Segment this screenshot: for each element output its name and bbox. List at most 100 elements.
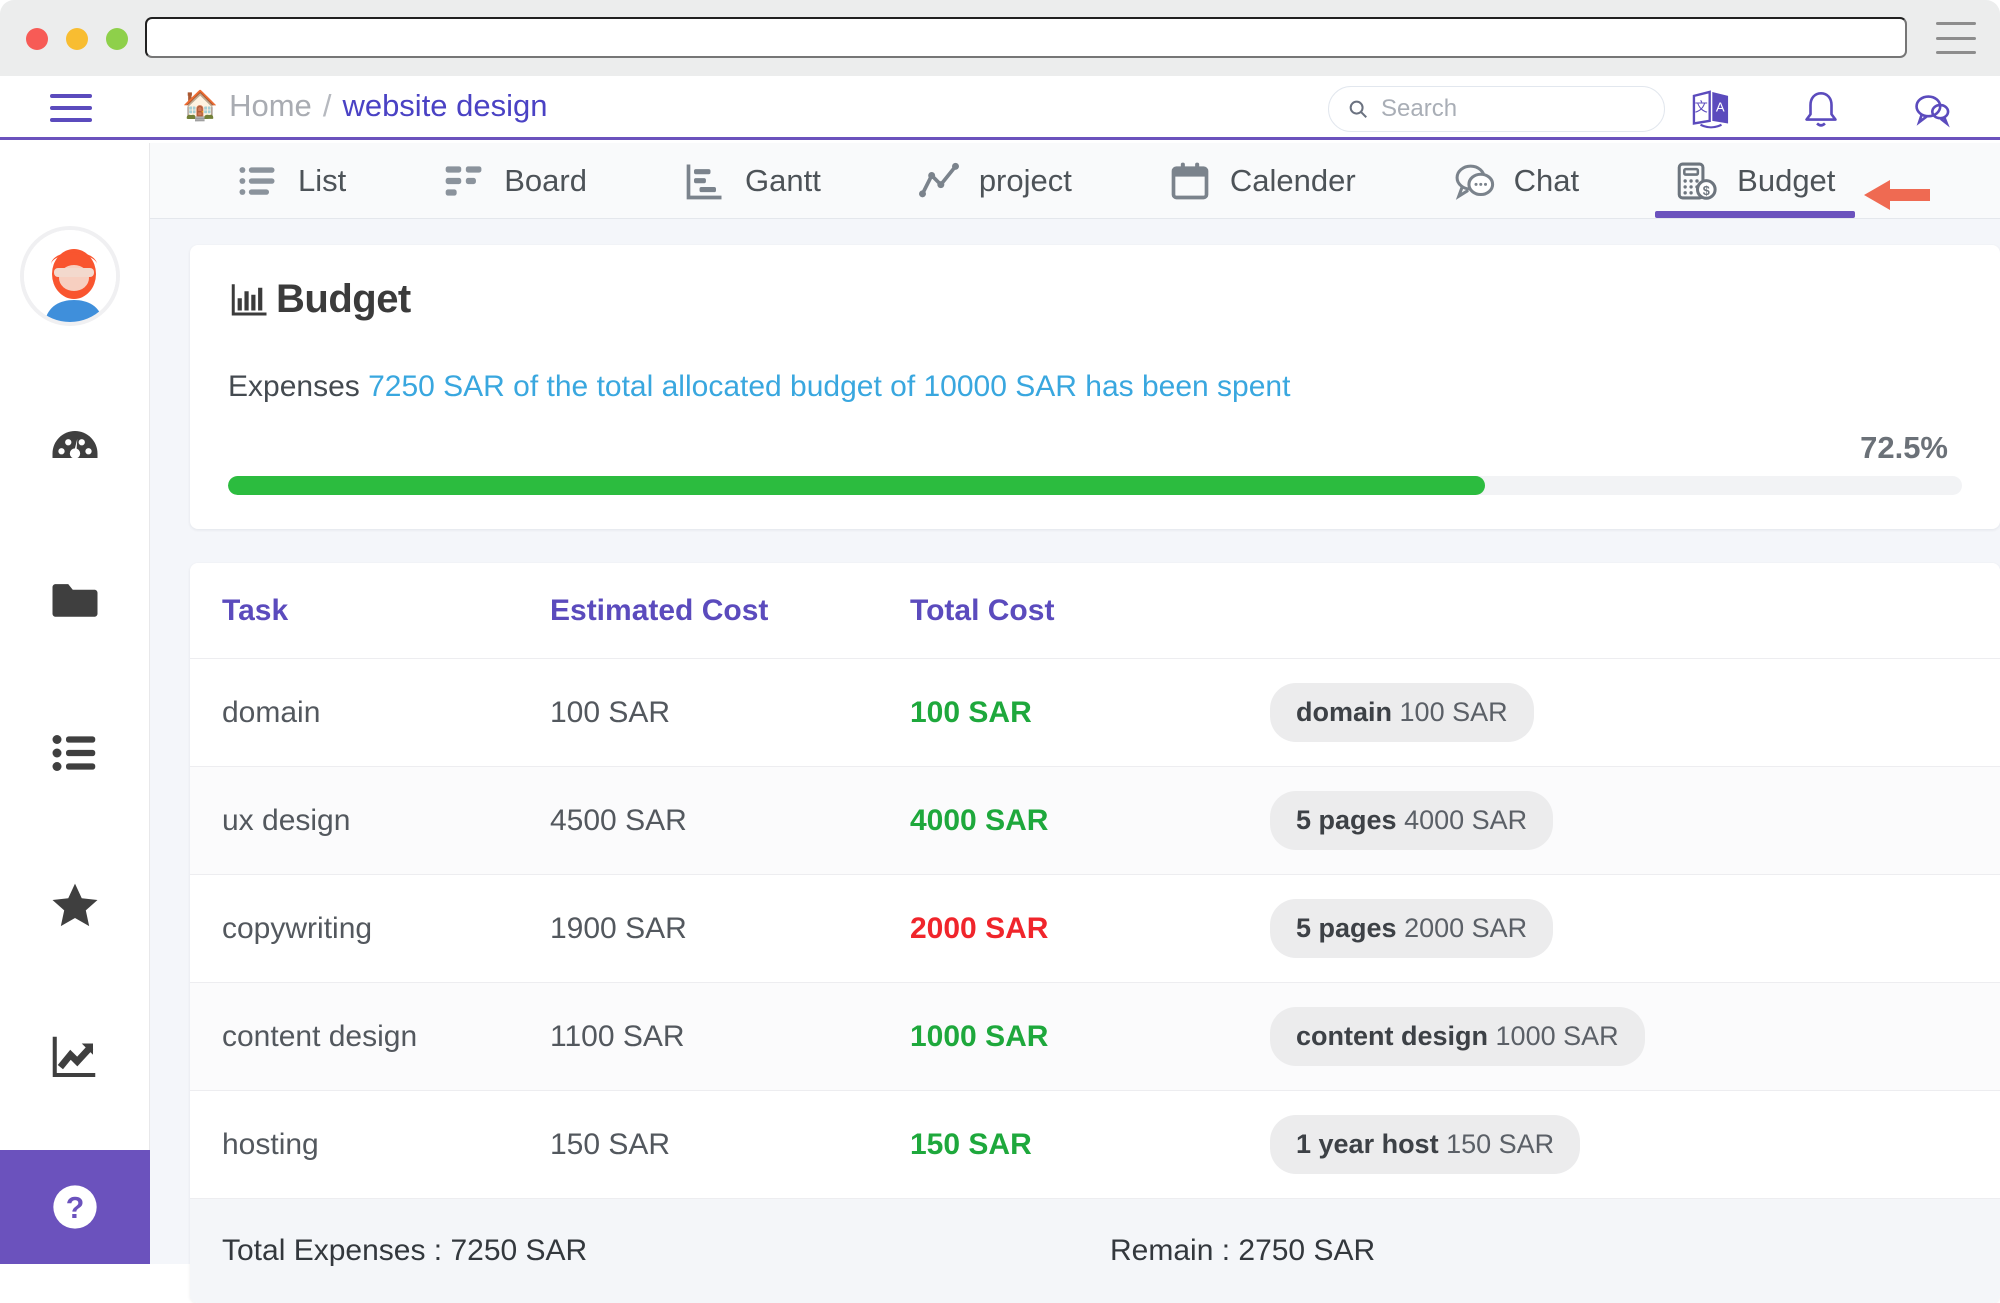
column-header-task: Task (222, 593, 289, 627)
search-icon (1349, 100, 1367, 118)
app-header: 🏠 Home / website design 文 A (0, 76, 2000, 140)
header-icon-group: 文 A (1690, 88, 1952, 130)
search-box[interactable] (1328, 86, 1665, 132)
budget-summary-highlight: 7250 SAR of the total allocated budget o… (368, 370, 1291, 403)
browser-url-input[interactable] (145, 17, 1907, 58)
search-input[interactable] (1381, 95, 1646, 123)
close-window-button[interactable] (26, 28, 48, 50)
sidebar-menu-toggle[interactable] (50, 94, 92, 122)
column-header-estimated: Estimated Cost (550, 593, 769, 627)
budget-summary-card: Budget Expenses 7250 SAR of the total al… (190, 245, 2000, 529)
breadcrumb: 🏠 Home / website design (182, 88, 548, 124)
table-row[interactable]: copywriting 1900 SAR 2000 SAR 5 pages 2000 … (190, 875, 2000, 983)
tab-label: Calender (1229, 162, 1356, 198)
cell-tag: domain 100 SAR (1270, 683, 2000, 742)
sidebar-item-tasks[interactable] (0, 677, 150, 829)
budget-table: Task Estimated Cost Total Cost domain 100… (190, 563, 2000, 1303)
calendar-icon (1171, 162, 1209, 199)
tab-label: Chat (1513, 162, 1580, 198)
chat-bubbles-icon[interactable] (1910, 88, 1952, 130)
cell-tag: 5 pages 2000 SAR (1270, 899, 2000, 958)
tab-chat[interactable]: Chat (1426, 143, 1605, 218)
line-chart-icon (918, 162, 959, 197)
svg-text:?: ? (66, 1192, 85, 1225)
cell-task: copywriting (222, 911, 373, 945)
svg-text:A: A (1716, 100, 1725, 115)
bell-icon[interactable] (1800, 88, 1842, 130)
cost-tag-label: domain (1296, 697, 1393, 727)
cell-task: domain (222, 695, 321, 729)
window-controls (26, 28, 128, 50)
cell-estimated-cost: 1100 SAR (550, 1019, 685, 1053)
cost-tag-amount: 1000 SAR (1495, 1021, 1619, 1051)
maximize-window-button[interactable] (106, 28, 128, 50)
budget-summary-text: Expenses 7250 SAR of the total allocated… (228, 370, 1962, 404)
total-expenses-label: Total Expenses : 7250 SAR (222, 1234, 588, 1267)
tab-project[interactable]: project (891, 143, 1098, 218)
sidebar-item-files[interactable] (0, 525, 150, 677)
left-sidebar: ? (0, 143, 150, 1264)
budget-percent-row: 72.5% (228, 430, 1962, 466)
bar-chart-icon (231, 283, 267, 315)
tab-gantt[interactable]: Gantt (657, 143, 847, 218)
remain-label: Remain : 2750 SAR (1110, 1234, 1376, 1267)
table-footer: Total Expenses : 7250 SAR Remain : 2750 … (190, 1199, 2000, 1303)
calculator-dollar-icon: $ (1677, 162, 1717, 200)
bulleted-list-icon (52, 735, 96, 771)
svg-text:$: $ (1703, 183, 1710, 197)
sidebar-item-help[interactable]: ? (0, 1150, 150, 1264)
browser-menu-icon[interactable] (1936, 22, 1976, 54)
tab-calender[interactable]: Calender (1142, 143, 1382, 218)
cell-total-cost: 2000 SAR (910, 911, 1049, 945)
cell-task: hosting (222, 1127, 319, 1161)
budget-summary-prefix: Expenses (228, 370, 369, 403)
cell-total-cost: 4000 SAR (910, 803, 1049, 837)
speedometer-icon (52, 431, 98, 459)
svg-text:文: 文 (1695, 100, 1708, 115)
breadcrumb-current[interactable]: website design (342, 88, 547, 124)
cost-tag-amount: 100 SAR (1399, 697, 1508, 727)
cell-total-cost: 150 SAR (910, 1127, 1032, 1161)
tab-board[interactable]: Board (416, 143, 613, 218)
breadcrumb-home[interactable]: Home (229, 88, 312, 124)
cell-estimated-cost: 4500 SAR (550, 803, 687, 837)
main-content: Budget Expenses 7250 SAR of the total al… (150, 219, 2000, 1303)
chat-icon (1455, 164, 1494, 200)
cell-estimated-cost: 1900 SAR (550, 911, 687, 945)
cost-tag: domain 100 SAR (1270, 683, 1534, 742)
cost-tag: content design 1000 SAR (1270, 1007, 1645, 1066)
sidebar-item-reports[interactable] (0, 981, 150, 1133)
sidebar-item-favorites[interactable] (0, 829, 150, 981)
cell-total-cost: 100 SAR (910, 695, 1032, 729)
table-body: domain 100 SAR 100 SAR domain 100 SAR ux des… (190, 659, 2000, 1199)
tab-label: List (298, 162, 347, 198)
cell-tag: content design 1000 SAR (1270, 1007, 2000, 1066)
translate-icon[interactable]: 文 A (1690, 88, 1732, 130)
table-row[interactable]: ux design 4500 SAR 4000 SAR 5 pages 4000 SA… (190, 767, 2000, 875)
cost-tag-amount: 2000 SAR (1404, 913, 1528, 943)
cell-tag: 1 year host 150 SAR (1270, 1115, 2000, 1174)
browser-chrome (0, 0, 2000, 76)
cost-tag: 5 pages 2000 SAR (1270, 899, 1554, 958)
table-row[interactable]: hosting 150 SAR 150 SAR 1 year host 150 SAR (190, 1091, 2000, 1199)
cell-total-cost: 1000 SAR (910, 1019, 1049, 1053)
table-row[interactable]: content design 1100 SAR 1000 SAR content de… (190, 983, 2000, 1091)
growth-chart-icon (52, 1036, 96, 1078)
page-title: Budget (228, 277, 1962, 322)
sidebar-item-dashboard[interactable] (0, 373, 150, 525)
cost-tag: 1 year host 150 SAR (1270, 1115, 1581, 1174)
board-icon (445, 165, 482, 196)
tab-label: Board (504, 162, 587, 198)
page-title-text: Budget (276, 277, 411, 321)
breadcrumb-separator: / (322, 88, 332, 123)
avatar[interactable] (20, 226, 120, 326)
list-icon (239, 166, 275, 195)
cell-estimated-cost: 150 SAR (550, 1127, 671, 1161)
table-row[interactable]: domain 100 SAR 100 SAR domain 100 SAR (190, 659, 2000, 767)
minimize-window-button[interactable] (66, 28, 88, 50)
folder-icon (52, 584, 98, 617)
cost-tag-label: content design (1296, 1021, 1489, 1051)
cost-tag-amount: 4000 SAR (1404, 805, 1528, 835)
tab-list[interactable]: List (210, 143, 372, 218)
home-icon: 🏠 (182, 89, 219, 122)
